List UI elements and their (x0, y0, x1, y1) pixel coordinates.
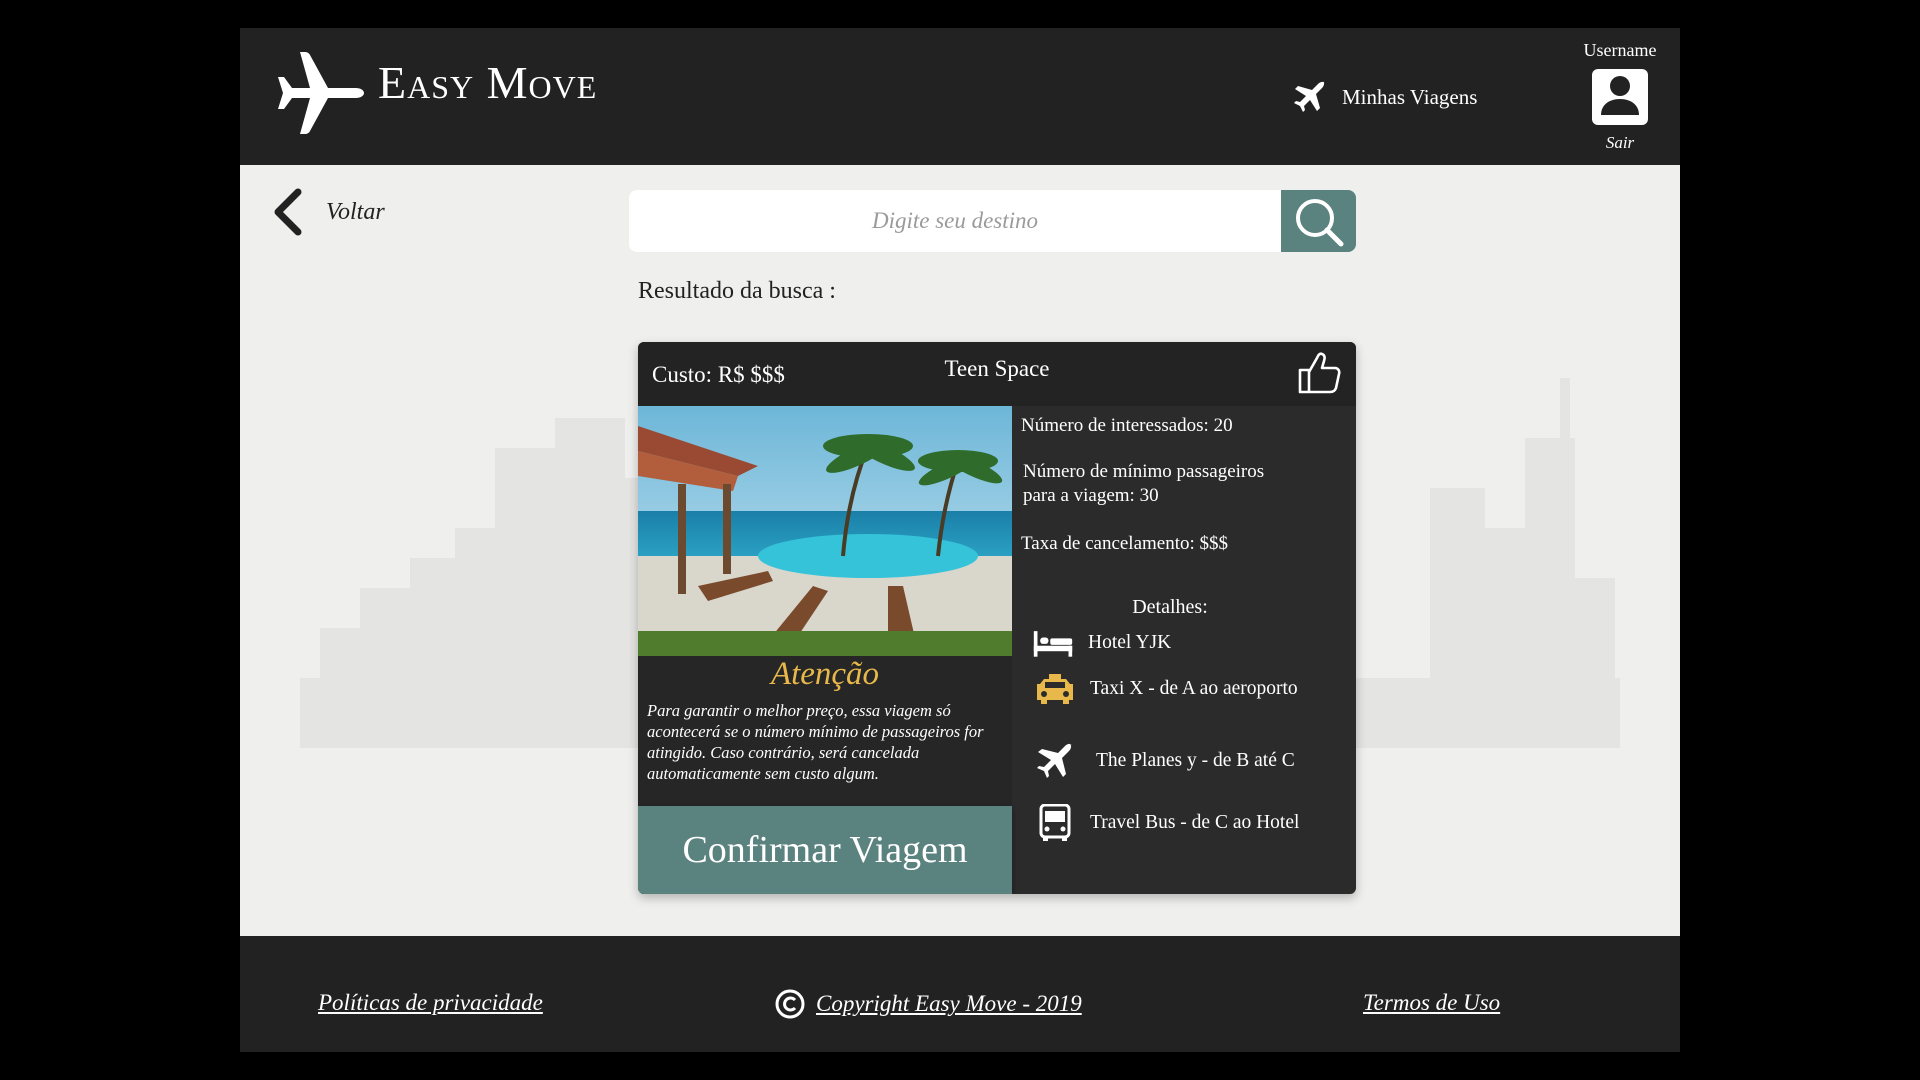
min-passengers-line1: Número de mínimo passageiros (1023, 461, 1265, 482)
copyright-icon (775, 989, 805, 1019)
terms-of-use-link[interactable]: Termos de Uso (1363, 990, 1500, 1016)
user-menu: Username Sair (1570, 40, 1670, 153)
detail-hotel-text: Hotel YJK (1088, 632, 1172, 653)
trip-cost: Custo: R$ $$$ (652, 362, 785, 387)
airplane-icon (1037, 743, 1072, 778)
trip-card-header: Custo: R$ $$$ Teen Space (638, 342, 1356, 406)
warning-title: Atenção (770, 656, 880, 692)
detail-hotel: Hotel YJK (1032, 624, 1171, 662)
details-heading: Detalhes: (1132, 596, 1208, 618)
search-result-label: Resultado da busca : (638, 278, 836, 304)
min-passengers-line2: para a viagem: 30 (1023, 485, 1159, 506)
detail-bus-text: Travel Bus - de C ao Hotel (1090, 812, 1300, 833)
brand-name[interactable]: Easy Move (378, 56, 597, 109)
copyright-link[interactable]: Copyright Easy Move - 2019 (816, 991, 1082, 1017)
detail-flight-text: The Planes y - de B até C (1096, 750, 1295, 771)
thumbs-up-icon[interactable] (1296, 350, 1342, 396)
detail-bus: Travel Bus - de C ao Hotel (1034, 804, 1299, 842)
username-label: Username (1583, 40, 1657, 60)
bus-icon (1039, 804, 1071, 841)
detail-taxi: Taxi X - de A ao aeroporto (1034, 670, 1298, 708)
interested-count: Número de interessados: 20 (1021, 415, 1233, 436)
user-icon (1601, 76, 1639, 115)
destination-photo (638, 406, 1012, 656)
back-button[interactable]: Voltar (268, 188, 385, 236)
chevron-left-icon (274, 188, 302, 236)
search-icon (1296, 199, 1344, 247)
detail-flight: The Planes y - de B até C (1034, 742, 1295, 780)
warning-text: Para garantir o melhor preço, essa viage… (647, 701, 984, 783)
bed-icon (1033, 631, 1073, 657)
logout-link[interactable]: Sair (1570, 133, 1670, 153)
trip-info-panel: Número de interessados: 20 Número de mín… (1012, 406, 1356, 894)
detail-taxi-text: Taxi X - de A ao aeroporto (1090, 678, 1298, 699)
warning-box: Atenção Para garantir o melhor preço, es… (638, 656, 1012, 806)
search-button[interactable] (1281, 190, 1356, 252)
copyright: Copyright Easy Move - 2019 (774, 988, 1082, 1020)
trip-card: Custo: R$ $$$ Teen Space Atenção Para ga… (638, 342, 1356, 894)
avatar[interactable] (1592, 69, 1648, 125)
airplane-icon (1294, 81, 1325, 112)
my-trips-label: Minhas Viagens (1342, 84, 1478, 109)
cancellation-fee: Taxa de cancelamento: $$$ (1021, 533, 1229, 554)
resort-pool-image (638, 406, 1012, 656)
my-trips-link[interactable]: Minhas Viagens (1292, 80, 1477, 114)
confirm-trip-button[interactable]: Confirmar Viagem (638, 806, 1012, 894)
privacy-policy-link[interactable]: Políticas de privacidade (318, 990, 543, 1016)
back-label: Voltar (326, 198, 385, 225)
app-window: Easy Move Minhas Viagens Username Sair V… (240, 28, 1680, 1052)
footer: Políticas de privacidade Copyright Easy … (240, 936, 1680, 1052)
taxi-icon (1037, 674, 1073, 704)
destination-search-input[interactable] (629, 190, 1281, 252)
airplane-logo-icon (278, 52, 364, 134)
header: Easy Move Minhas Viagens Username Sair (240, 28, 1680, 165)
